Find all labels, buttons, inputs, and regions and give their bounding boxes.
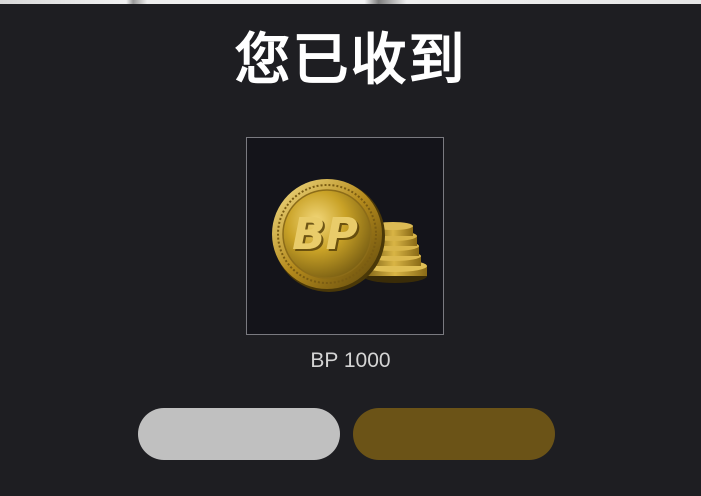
reward-item-frame: BP BP [246, 137, 444, 335]
background-image-strip [0, 0, 701, 4]
reward-label: BP 1000 [310, 349, 391, 372]
bp-coin: BP BP [272, 179, 385, 292]
confirm-button[interactable] [353, 408, 555, 460]
dialog-title: 您已收到 [234, 28, 467, 93]
secondary-button[interactable] [138, 408, 340, 460]
bp-coin-stack-icon: BP BP [272, 179, 427, 292]
svg-text:BP: BP [292, 209, 358, 260]
